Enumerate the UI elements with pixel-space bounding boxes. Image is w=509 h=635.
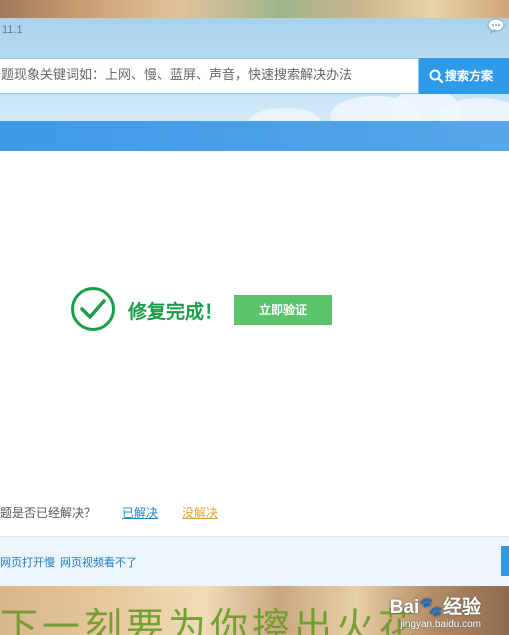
background-slogan: 下一刻要为你擦出火花 xyxy=(0,605,421,635)
feedback-question: 题是否已经解决？ xyxy=(0,506,97,520)
watermark: Bai🐾经验 jingyan.baidu.com xyxy=(390,592,481,630)
footer-bar: 网页打开慢 网页视频看不了 xyxy=(0,536,509,586)
app-window: 11.1 题现象关键词如：上网、慢、蓝屏、声音，快速搜索解决办法 搜索方案 修复… xyxy=(0,18,509,586)
watermark-url: jingyan.baidu.com xyxy=(400,619,481,630)
main-content: 修复完成！ 立即验证 xyxy=(0,151,509,535)
background-photo-top xyxy=(0,0,509,18)
chat-bubble-icon[interactable] xyxy=(487,18,505,34)
footer-link[interactable]: 网页视频看不了 xyxy=(60,554,137,570)
result-message: 修复完成！ xyxy=(128,301,224,323)
cloud-decoration xyxy=(250,108,320,121)
solved-link[interactable]: 已解决 xyxy=(122,504,158,521)
search-icon xyxy=(429,69,443,83)
title-bar xyxy=(0,121,509,151)
version-label: 11.1 xyxy=(2,24,23,36)
footer-button[interactable] xyxy=(501,546,509,576)
feedback-question-row: 题是否已经解决？ 已解决 没解决 xyxy=(0,502,509,522)
unsolved-link[interactable]: 没解决 xyxy=(182,504,218,521)
search-input[interactable]: 题现象关键词如：上网、慢、蓝屏、声音，快速搜索解决办法 xyxy=(0,58,419,94)
check-circle-icon xyxy=(71,287,115,331)
search-button[interactable]: 搜索方案 xyxy=(419,58,509,94)
verify-button[interactable]: 立即验证 xyxy=(234,295,332,325)
watermark-logo: Bai🐾经验 xyxy=(389,597,481,618)
search-button-label: 搜索方案 xyxy=(445,69,494,83)
footer-link[interactable]: 网页打开慢 xyxy=(0,554,55,570)
header: 11.1 题现象关键词如：上网、慢、蓝屏、声音，快速搜索解决办法 搜索方案 xyxy=(0,18,509,121)
